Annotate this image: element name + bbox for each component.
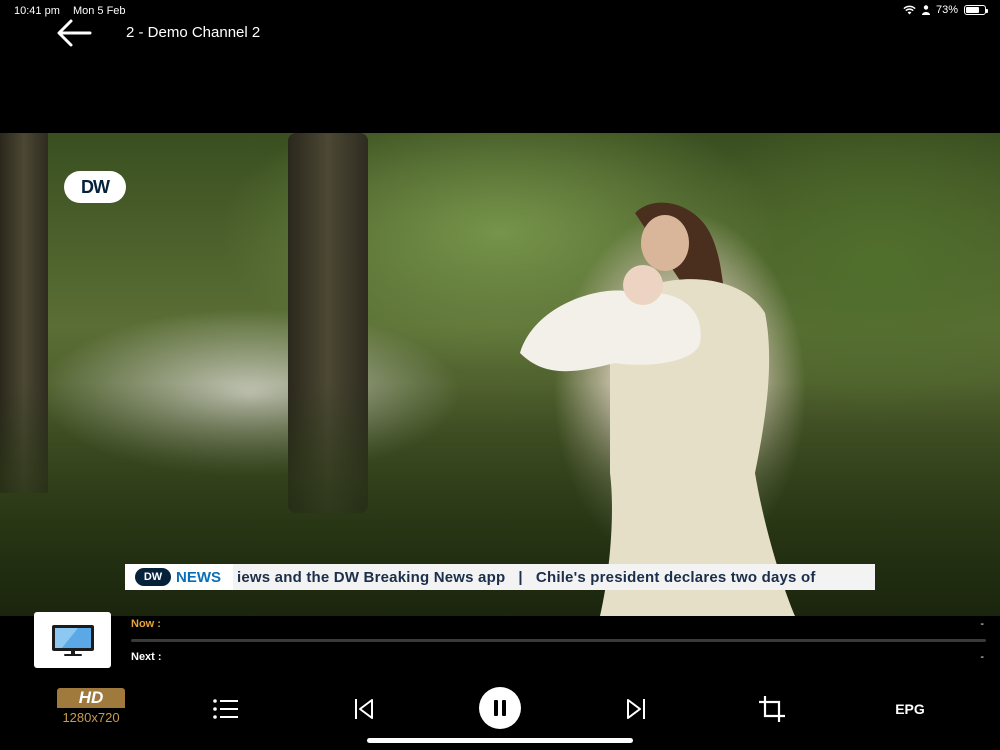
home-indicator[interactable] <box>367 738 633 743</box>
next-label: Next : <box>131 651 162 663</box>
pause-button[interactable] <box>479 687 521 729</box>
status-bar-right: 73% <box>903 4 988 16</box>
arrow-left-icon <box>57 19 92 47</box>
dw-logo: DW <box>64 171 126 203</box>
playlist-button[interactable] <box>210 694 242 724</box>
next-value: - <box>980 651 984 663</box>
list-icon <box>213 699 238 719</box>
ticker-brand: DW NEWS <box>125 564 233 590</box>
ticker-text: iews and the DW Breaking News app | Chil… <box>237 568 816 586</box>
hd-label: HD <box>57 688 125 708</box>
channel-title: 2 - Demo Channel 2 <box>126 24 261 41</box>
quality-badge[interactable]: HD 1280x720 <box>57 688 125 725</box>
epg-button[interactable]: EPG <box>888 698 932 720</box>
back-button[interactable] <box>54 16 94 50</box>
pause-icon <box>494 700 506 716</box>
now-value: - <box>980 618 984 630</box>
battery-percent: 73% <box>935 4 958 16</box>
previous-button[interactable] <box>348 694 380 724</box>
next-button[interactable] <box>620 694 652 724</box>
news-ticker: DW NEWS iews and the DW Breaking News ap… <box>125 564 875 590</box>
resolution-label: 1280x720 <box>62 710 120 725</box>
video-player[interactable]: DW DW NEWS iews and the DW Breaking News… <box>0 133 1000 616</box>
person-icon <box>921 5 930 15</box>
crop-icon <box>759 696 785 722</box>
battery-icon <box>964 5 988 15</box>
ticker-dw-logo: DW <box>135 568 171 586</box>
skip-next-icon <box>627 699 645 719</box>
program-progress-bar <box>131 639 986 642</box>
wifi-icon <box>903 5 916 15</box>
now-label: Now : <box>131 618 161 630</box>
channel-thumbnail[interactable] <box>34 612 111 668</box>
ticker-news-label: NEWS <box>176 568 221 586</box>
crop-button[interactable] <box>756 694 788 724</box>
status-time: 10:41 pm <box>14 5 60 17</box>
mother-and-baby-figure <box>520 202 795 616</box>
tv-icon <box>51 625 94 656</box>
skip-previous-icon <box>355 699 373 719</box>
